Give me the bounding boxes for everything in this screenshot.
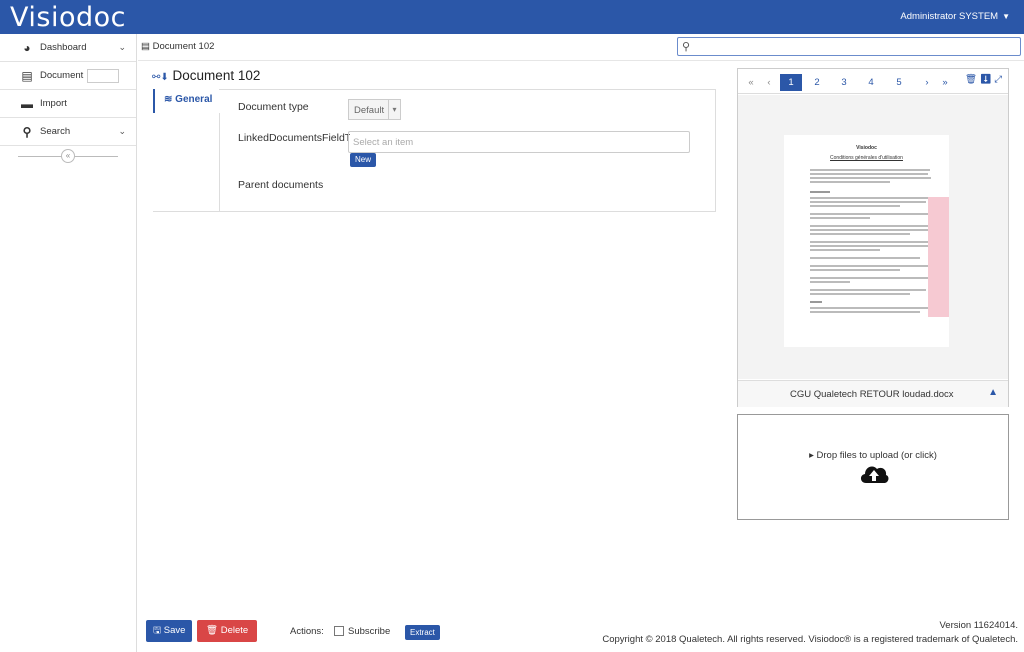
divider [219,113,220,212]
extract-button[interactable]: Extract [405,625,440,640]
new-button[interactable]: New [350,153,377,167]
parent-documents-label: Parent documents [238,179,324,191]
user-name: Administrator SYSTEM [900,11,999,22]
prev-page-button[interactable]: ‹ [758,74,780,91]
dashboard-icon: ◕ [23,40,31,55]
upload-label: ▸ Drop files to upload (or click) [738,450,1008,461]
search-input[interactable] [696,39,1016,54]
sidebar: ◕ Dashboard ⌄ ▤ Document ▬ Import ⚲ Sear… [0,34,137,652]
delete-label: Delete [220,625,249,636]
breadcrumb: ▤ Document 102 [141,41,214,52]
chevron-down-icon: ⌄ [118,126,126,136]
import-icon: ▬ [21,96,33,111]
sidebar-item-label: Import [40,98,67,109]
copyright-text: Copyright © 2018 Qualetech. All rights r… [602,634,1018,645]
global-search: ⚲ [677,37,1021,56]
tab-general[interactable]: ≋ General [153,89,219,113]
sidebar-item-search[interactable]: ⚲ Search ⌄ [0,118,136,146]
comment-margin [928,197,949,317]
page-3-button[interactable]: 3 [833,74,855,91]
divider [138,60,1024,61]
preview-subheading: Conditions générales d'utilisation [830,155,903,161]
preview-heading: Visiodoc [856,145,877,151]
pagination: « ‹ 1 2 3 4 5 › » 🗑 ⬇ ⤢ [738,69,1008,94]
file-name-bar[interactable]: CGU Qualetech RETOUR loudad.docx ▲ [738,380,1008,407]
sidebar-item-dashboard[interactable]: ◕ Dashboard ⌄ [0,34,136,62]
last-page-button[interactable]: » [934,74,956,91]
document-type-label: Document type [238,101,309,113]
search-icon: ⚲ [22,124,32,139]
linked-documents-input[interactable]: Select an item [348,131,690,153]
sidebar-collapse: « [0,146,136,166]
linked-documents-label: LinkedDocumentsFieldTy [238,132,350,144]
wifi-icon: ≋ [164,94,173,105]
file-name: CGU Qualetech RETOUR loudad.docx [790,389,954,400]
actions-label: Actions: [290,626,324,637]
document-type-value: Default [354,105,385,116]
save-icon: 🖫 [153,625,162,636]
subscribe-label[interactable]: Subscribe [348,626,390,637]
page-preview[interactable]: Visiodoc Conditions générales d'utilisat… [738,95,1008,379]
sidebar-item-import[interactable]: ▬ Import [0,90,136,118]
trash-icon: 🗑 [206,625,219,636]
delete-button[interactable]: 🗑 Delete [197,620,258,642]
trash-icon[interactable]: 🗑 [965,74,977,85]
page-5-button[interactable]: 5 [888,74,910,91]
chevron-down-icon: ▾ [388,100,400,119]
double-chevron-left-icon[interactable]: « [61,149,75,163]
save-label: Save [163,625,186,636]
document-type-select[interactable]: Default ▾ [348,99,401,120]
document-icon: ▤ [141,41,150,52]
page-title: ⚯⬇ Document 102 [152,68,260,83]
sidebar-item-document[interactable]: ▤ Document [0,62,136,90]
document-icon: ▤ [21,68,33,83]
document-title: Document 102 [172,68,261,83]
download-icon[interactable]: ⬇ [160,72,168,83]
sidebar-item-label: Search [40,126,71,137]
upload-text: Drop files to upload (or click) [816,450,937,461]
top-bar: Visiodoc Administrator SYSTEM ▼ [0,0,1024,34]
page-2-button[interactable]: 2 [806,74,828,91]
version-text: Version 11624014. [939,620,1018,631]
page-1-button[interactable]: 1 [780,74,802,91]
subscribe-checkbox[interactable] [334,626,344,636]
search-icon: ⚲ [682,41,691,53]
document-viewer: « ‹ 1 2 3 4 5 › » 🗑 ⬇ ⤢ Visiodoc Conditi… [737,68,1009,407]
page-4-button[interactable]: 4 [860,74,882,91]
user-menu[interactable]: Administrator SYSTEM ▼ [900,11,1010,22]
sidebar-item-label: Document [40,70,84,81]
expand-icon[interactable]: ⤢ [994,74,1002,85]
document-id-input[interactable] [87,68,120,83]
app-logo[interactable]: Visiodoc [10,2,126,33]
download-icon[interactable]: ⬇ [980,74,992,85]
sidebar-item-label: Dashboard [40,42,87,53]
upload-dropzone[interactable]: ▸ Drop files to upload (or click) [737,414,1009,520]
page-thumbnail: Visiodoc Conditions générales d'utilisat… [784,135,949,347]
cloud-upload-icon [860,466,889,483]
caret-right-icon: ▸ [809,450,814,461]
caret-down-icon: ▼ [1002,12,1010,21]
tab-label: General [175,94,213,105]
chevron-up-icon[interactable]: ▲ [988,387,998,398]
viewer-tools: 🗑 ⬇ ⤢ [965,74,1002,85]
breadcrumb-label[interactable]: Document 102 [153,41,215,52]
chevron-down-icon: ⌄ [118,42,126,52]
save-button[interactable]: 🖫 Save [146,620,193,642]
